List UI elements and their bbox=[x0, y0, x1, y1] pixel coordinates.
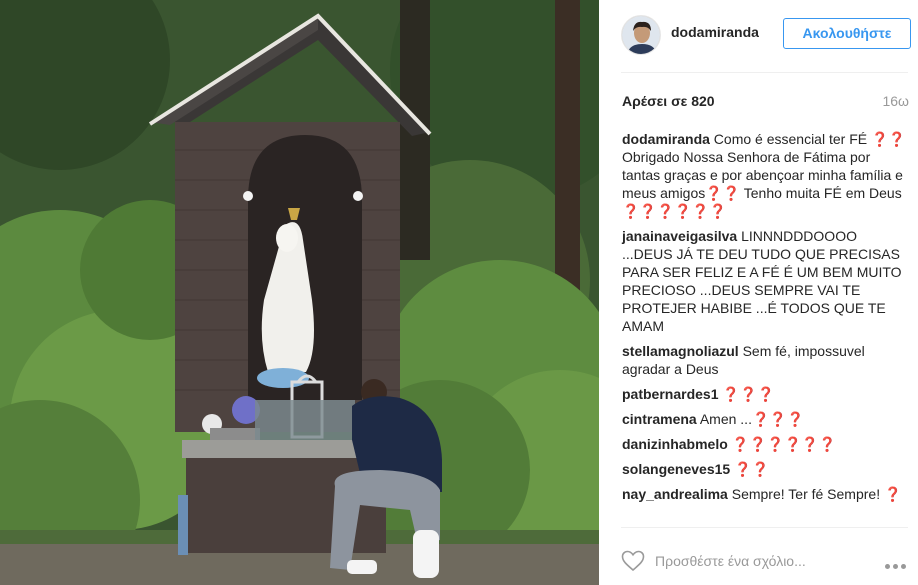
follow-button[interactable]: Ακολουθήστε bbox=[783, 18, 911, 49]
comment-username[interactable]: danizinhabmelo bbox=[622, 436, 728, 452]
comment-username[interactable]: janainaveigasilva bbox=[622, 228, 737, 244]
comment: dodamiranda Como é essencial ter FÉ ❓❓ O… bbox=[622, 130, 911, 220]
comments-list: dodamiranda Como é essencial ter FÉ ❓❓ O… bbox=[622, 130, 911, 510]
header-divider bbox=[621, 72, 908, 73]
comment-input[interactable] bbox=[655, 550, 870, 572]
comment: cintramena Amen ...❓❓❓ bbox=[622, 410, 911, 428]
avatar-icon bbox=[622, 16, 660, 54]
comment-bar bbox=[621, 545, 911, 577]
comment-text: ❓❓ bbox=[734, 461, 769, 477]
more-options-icon[interactable] bbox=[885, 556, 911, 569]
likes-count[interactable]: Αρέσει σε 820 bbox=[622, 93, 715, 109]
likes-row: Αρέσει σε 820 16ω bbox=[622, 93, 909, 111]
user-avatar[interactable] bbox=[621, 15, 661, 55]
comment-username[interactable]: cintramena bbox=[622, 411, 697, 427]
comment-username[interactable]: patbernardes1 bbox=[622, 386, 718, 402]
post-header: dodamiranda Ακολουθήστε bbox=[599, 0, 918, 72]
comment-username[interactable]: dodamiranda bbox=[622, 131, 710, 147]
comment-text: ❓❓❓❓❓❓ bbox=[731, 436, 837, 452]
comment: nay_andrealima Sempre! Ter fé Sempre! ❓ bbox=[622, 485, 911, 503]
post-side-panel: dodamiranda Ακολουθήστε Αρέσει σε 820 16… bbox=[599, 0, 918, 585]
comment-username[interactable]: nay_andrealima bbox=[622, 486, 728, 502]
comment-text: Amen ...❓❓❓ bbox=[699, 411, 805, 427]
comment-username[interactable]: solangeneves15 bbox=[622, 461, 730, 477]
shrine-photo-image bbox=[0, 0, 599, 585]
comment: stellamagnoliazul Sem fé, impossuvel agr… bbox=[622, 342, 911, 378]
comment: solangeneves15 ❓❓ bbox=[622, 460, 911, 478]
heart-icon[interactable] bbox=[621, 550, 645, 572]
comment-text: Sempre! Ter fé Sempre! ❓ bbox=[731, 486, 902, 502]
comment: patbernardes1 ❓❓❓ bbox=[622, 385, 911, 403]
comment: janainaveigasilva LINNNDDDOOOO ...DEUS J… bbox=[622, 227, 911, 335]
post-timestamp[interactable]: 16ω bbox=[882, 93, 909, 109]
comment-text: ❓❓❓ bbox=[722, 386, 775, 402]
comment-username[interactable]: stellamagnoliazul bbox=[622, 343, 739, 359]
comment: danizinhabmelo ❓❓❓❓❓❓ bbox=[622, 435, 911, 453]
author-username[interactable]: dodamiranda bbox=[671, 24, 759, 40]
post-photo bbox=[0, 0, 599, 585]
comments-divider bbox=[621, 527, 908, 528]
